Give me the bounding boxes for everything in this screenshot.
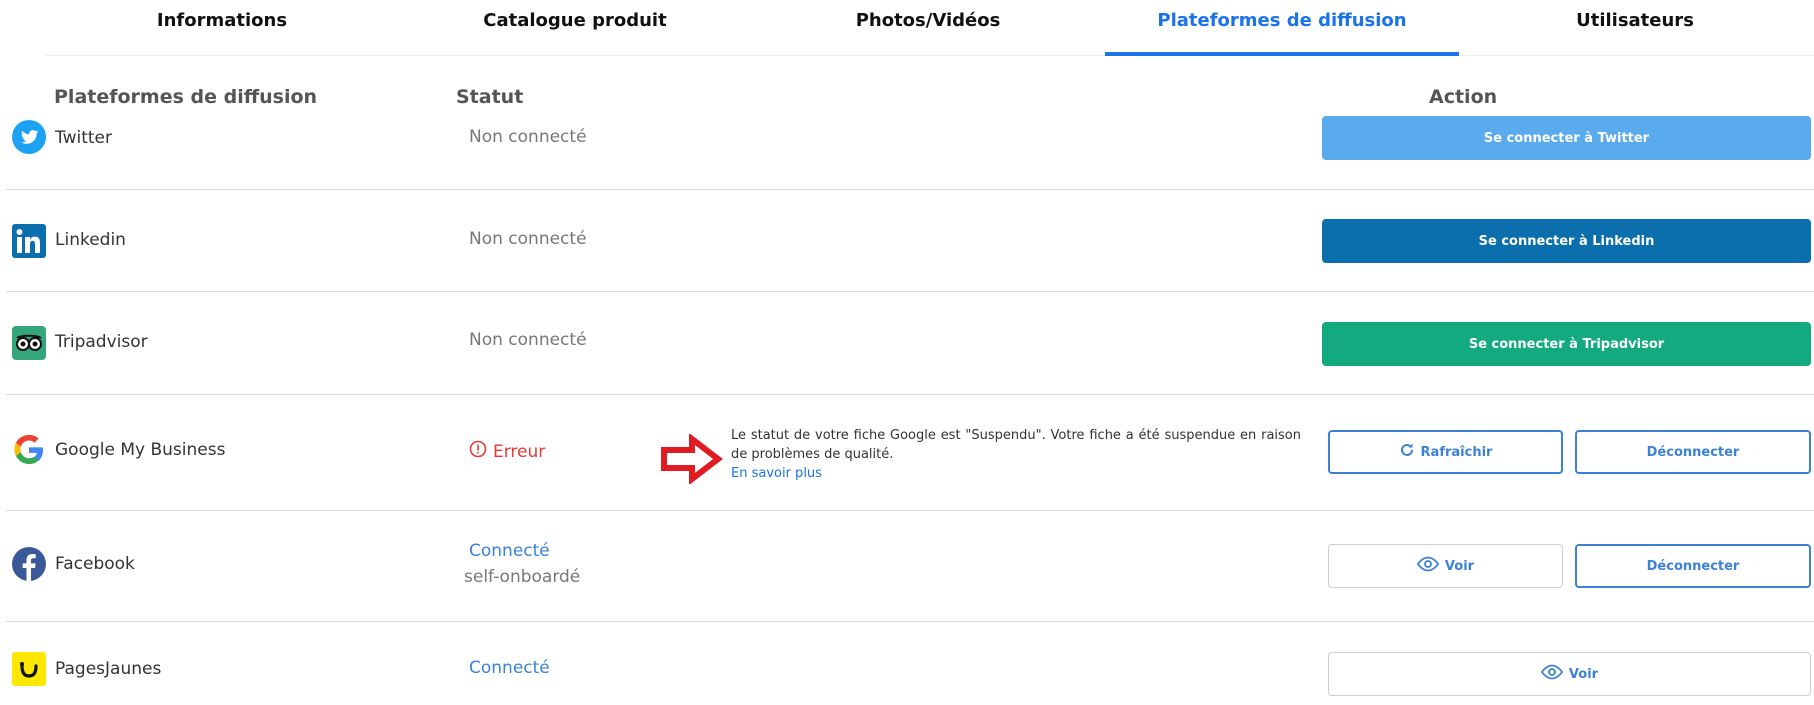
table-row-tripadvisor: Tripadvisor Non connecté Se connecter à …: [6, 292, 1814, 395]
view-facebook-label: Voir: [1444, 558, 1475, 574]
disconnect-google-button[interactable]: Déconnecter: [1575, 430, 1811, 474]
status-pagesjaunes: Connecté: [469, 658, 550, 678]
table-row-facebook: Facebook Connecté self-onboardé Voir Déc…: [6, 511, 1814, 622]
google-status-message-text: Le statut de votre fiche Google est "Sus…: [731, 428, 1301, 462]
pagesjaunes-icon: [12, 652, 46, 686]
view-pagesjaunes-button[interactable]: Voir: [1328, 652, 1811, 696]
connect-tripadvisor-button[interactable]: Se connecter à Tripadvisor: [1322, 322, 1811, 366]
status-facebook: Connecté: [469, 541, 550, 561]
tab-informations[interactable]: Informations: [45, 0, 399, 56]
column-header-status: Statut: [456, 86, 524, 108]
refresh-google-button[interactable]: Rafraîchir: [1328, 430, 1563, 474]
tab-utilisateurs[interactable]: Utilisateurs: [1458, 0, 1812, 56]
tab-photos-videos[interactable]: Photos/Vidéos: [751, 0, 1105, 56]
google-icon: [12, 433, 46, 467]
column-header-platforms: Plateformes de diffusion: [54, 86, 318, 108]
tripadvisor-icon: [12, 326, 46, 360]
refresh-icon: [1399, 442, 1415, 462]
disconnect-facebook-button[interactable]: Déconnecter: [1575, 544, 1811, 588]
facebook-icon: [12, 547, 46, 581]
platform-name-linkedin: Linkedin: [55, 230, 126, 250]
view-pagesjaunes-label: Voir: [1568, 666, 1599, 682]
error-icon: [469, 440, 487, 463]
status-tripadvisor: Non connecté: [469, 330, 587, 350]
table-row-twitter: Twitter Non connecté Se connecter à Twit…: [6, 108, 1814, 190]
red-arrow-icon: [660, 432, 724, 488]
learn-more-link[interactable]: En savoir plus: [731, 464, 1301, 483]
platform-name-twitter: Twitter: [55, 128, 112, 148]
status-facebook-sub: self-onboardé: [464, 567, 581, 587]
platform-name-facebook: Facebook: [55, 554, 135, 574]
status-twitter: Non connecté: [469, 127, 587, 147]
status-linkedin: Non connecté: [469, 229, 587, 249]
status-google: Erreur: [469, 440, 545, 463]
platform-name-tripadvisor: Tripadvisor: [55, 332, 148, 352]
tab-plateformes-de-diffusion[interactable]: Plateformes de diffusion: [1105, 0, 1459, 56]
status-google-label: Erreur: [493, 441, 546, 462]
table-row-pagesjaunes: PagesJaunes Connecté Voir: [6, 622, 1814, 705]
google-status-message: Le statut de votre fiche Google est "Sus…: [731, 426, 1301, 483]
platform-name-google: Google My Business: [55, 440, 226, 460]
platform-name-pagesjaunes: PagesJaunes: [55, 659, 162, 679]
column-header-action: Action: [1429, 86, 1498, 108]
table-row-linkedin: Linkedin Non connecté Se connecter à Lin…: [6, 190, 1814, 292]
connect-linkedin-button[interactable]: Se connecter à Linkedin: [1322, 219, 1811, 263]
tab-bar: Informations Catalogue produit Photos/Vi…: [45, 0, 1814, 56]
twitter-icon: [12, 120, 46, 154]
eye-icon: [1540, 664, 1563, 684]
refresh-google-label: Rafraîchir: [1420, 444, 1493, 460]
tab-catalogue-produit[interactable]: Catalogue produit: [398, 0, 752, 56]
connect-twitter-button[interactable]: Se connecter à Twitter: [1322, 116, 1811, 160]
linkedin-icon: [12, 224, 46, 258]
view-facebook-button[interactable]: Voir: [1328, 544, 1563, 588]
eye-icon: [1416, 556, 1439, 576]
